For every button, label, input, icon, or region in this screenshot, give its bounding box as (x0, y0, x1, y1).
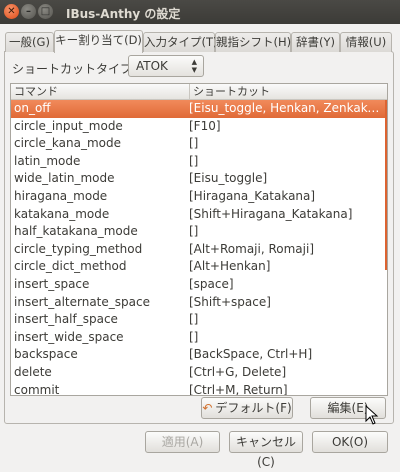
command-cell: commit (14, 382, 60, 396)
list-row[interactable]: on_off [Eisu_toggle, Henkan, Zenkaku_Hank… (11, 100, 385, 118)
command-cell: circle_input_mode (14, 118, 123, 133)
shortcut-cell: [Eisu_toggle, Henkan, Zenkaku_Hankaku] (189, 101, 385, 115)
close-icon[interactable]: ✕ (4, 4, 19, 19)
command-cell: katakana_mode (14, 206, 110, 221)
tab-key-assign[interactable]: キー割り当て(D) (54, 30, 143, 53)
list-row[interactable]: circle_typing_method [Alt+Romaji, Romaji] (11, 241, 385, 259)
command-cell: insert_space (14, 277, 90, 291)
command-cell: insert_alternate_space (14, 294, 150, 309)
key-assignment-list[interactable]: コマンド ショートカット on_off [Eisu_toggle, Henkan,… (10, 83, 388, 396)
tab-info[interactable]: 情報(U) (340, 32, 392, 52)
list-row[interactable]: circle_kana_mode [] (11, 135, 385, 153)
default-button-label: デフォルト(F) (215, 401, 292, 415)
cancel-button[interactable]: キャンセル(C) (229, 431, 303, 469)
list-row[interactable]: delete [Ctrl+G, Delete] (11, 364, 385, 382)
window-title: IBus-Anthy の設定 (66, 7, 181, 21)
command-cell: wide_latin_mode (14, 171, 115, 186)
list-row[interactable]: hiragana_mode [Hiragana_Katakana] (11, 188, 385, 206)
scrollbar[interactable] (385, 100, 387, 270)
list-row[interactable]: insert_alternate_space [Shift+space] (11, 294, 385, 312)
ok-button-label: OK(O) (331, 435, 369, 449)
shortcut-cell: [Eisu_toggle] (189, 171, 268, 186)
command-cell: on_off (14, 101, 51, 115)
list-row[interactable]: commit [Ctrl+M, Return] (11, 382, 385, 396)
command-cell: circle_kana_mode (14, 136, 121, 151)
apply-button[interactable]: 適用(A) (145, 431, 220, 453)
tab-general[interactable]: 一般(G) (5, 32, 54, 52)
mouse-pointer-icon (365, 405, 379, 425)
edit-button-label: 編集(E) (327, 401, 369, 415)
shortcut-cell: [F10] (189, 118, 221, 133)
column-header-command[interactable]: コマンド (14, 84, 58, 99)
shortcut-cell: [] (189, 224, 199, 239)
tab-input-type[interactable]: 入力タイプ(T) (143, 32, 218, 52)
shortcut-type-value: ATOK (136, 59, 168, 73)
maximize-icon[interactable]: □ (38, 4, 53, 19)
shortcut-cell: [Alt+Romaji, Romaji] (189, 241, 314, 256)
ok-button[interactable]: OK(O) (312, 431, 388, 453)
list-row[interactable]: insert_wide_space [] (11, 329, 385, 347)
tab-thumb-shift[interactable]: 親指シフト(H) (215, 32, 291, 52)
shortcut-cell: [] (189, 153, 199, 168)
cancel-button-label: キャンセル(C) (235, 435, 296, 469)
shortcut-cell: [] (189, 329, 199, 344)
command-cell: insert_half_space (14, 312, 118, 327)
tab-dictionary[interactable]: 辞書(Y) (291, 32, 340, 52)
shortcut-cell: [Ctrl+G, Delete] (189, 365, 287, 379)
shortcut-cell: [] (189, 312, 199, 327)
apply-button-label: 適用(A) (161, 435, 204, 449)
shortcut-type-select[interactable]: ATOK ▲ ▼ (128, 55, 204, 77)
command-cell: insert_wide_space (14, 329, 124, 344)
shortcut-cell: [Shift+space] (189, 294, 271, 309)
shortcut-cell: [space] (189, 277, 234, 291)
list-row[interactable]: circle_input_mode [F10] (11, 118, 385, 136)
shortcut-cell: [Ctrl+M, Return] (189, 382, 288, 396)
list-row[interactable]: katakana_mode [Shift+Hiragana_Katakana] (11, 206, 385, 224)
command-cell: circle_dict_method (14, 259, 127, 274)
shortcut-cell: [Hiragana_Katakana] (189, 189, 316, 203)
default-button[interactable]: ↶ デフォルト(F) (201, 397, 293, 419)
command-cell: circle_typing_method (14, 241, 143, 256)
title-bar[interactable]: ✕ – □ IBus-Anthy の設定 (0, 0, 400, 24)
list-row[interactable]: wide_latin_mode [Eisu_toggle] (11, 170, 385, 188)
list-row[interactable]: circle_dict_method [Alt+Henkan] (11, 258, 385, 276)
command-cell: half_katakana_mode (14, 224, 138, 239)
command-cell: latin_mode (14, 153, 81, 168)
list-row[interactable]: half_katakana_mode [] (11, 223, 385, 241)
shortcut-cell: [BackSpace, Ctrl+H] (189, 347, 313, 362)
settings-window: ✕ – □ IBus-Anthy の設定 一般(G) キー割り当て(D) 入力タ… (0, 0, 400, 469)
command-cell: hiragana_mode (14, 189, 108, 203)
command-cell: backspace (14, 347, 78, 362)
list-row[interactable]: latin_mode [] (11, 153, 385, 171)
undo-icon: ↶ (202, 401, 213, 415)
column-header-shortcut[interactable]: ショートカット (189, 84, 270, 99)
list-row[interactable]: insert_space [space] (11, 276, 385, 294)
shortcut-cell: [Shift+Hiragana_Katakana] (189, 206, 353, 221)
shortcut-cell: [] (189, 136, 199, 151)
list-row[interactable]: insert_half_space [] (11, 311, 385, 329)
updown-arrow-icon: ▲ ▼ (191, 58, 197, 74)
list-row[interactable]: backspace [BackSpace, Ctrl+H] (11, 346, 385, 364)
minimize-icon[interactable]: – (21, 4, 36, 19)
shortcut-cell: [Alt+Henkan] (189, 259, 271, 274)
command-cell: delete (14, 365, 52, 379)
list-header: コマンド ショートカット (11, 84, 387, 100)
